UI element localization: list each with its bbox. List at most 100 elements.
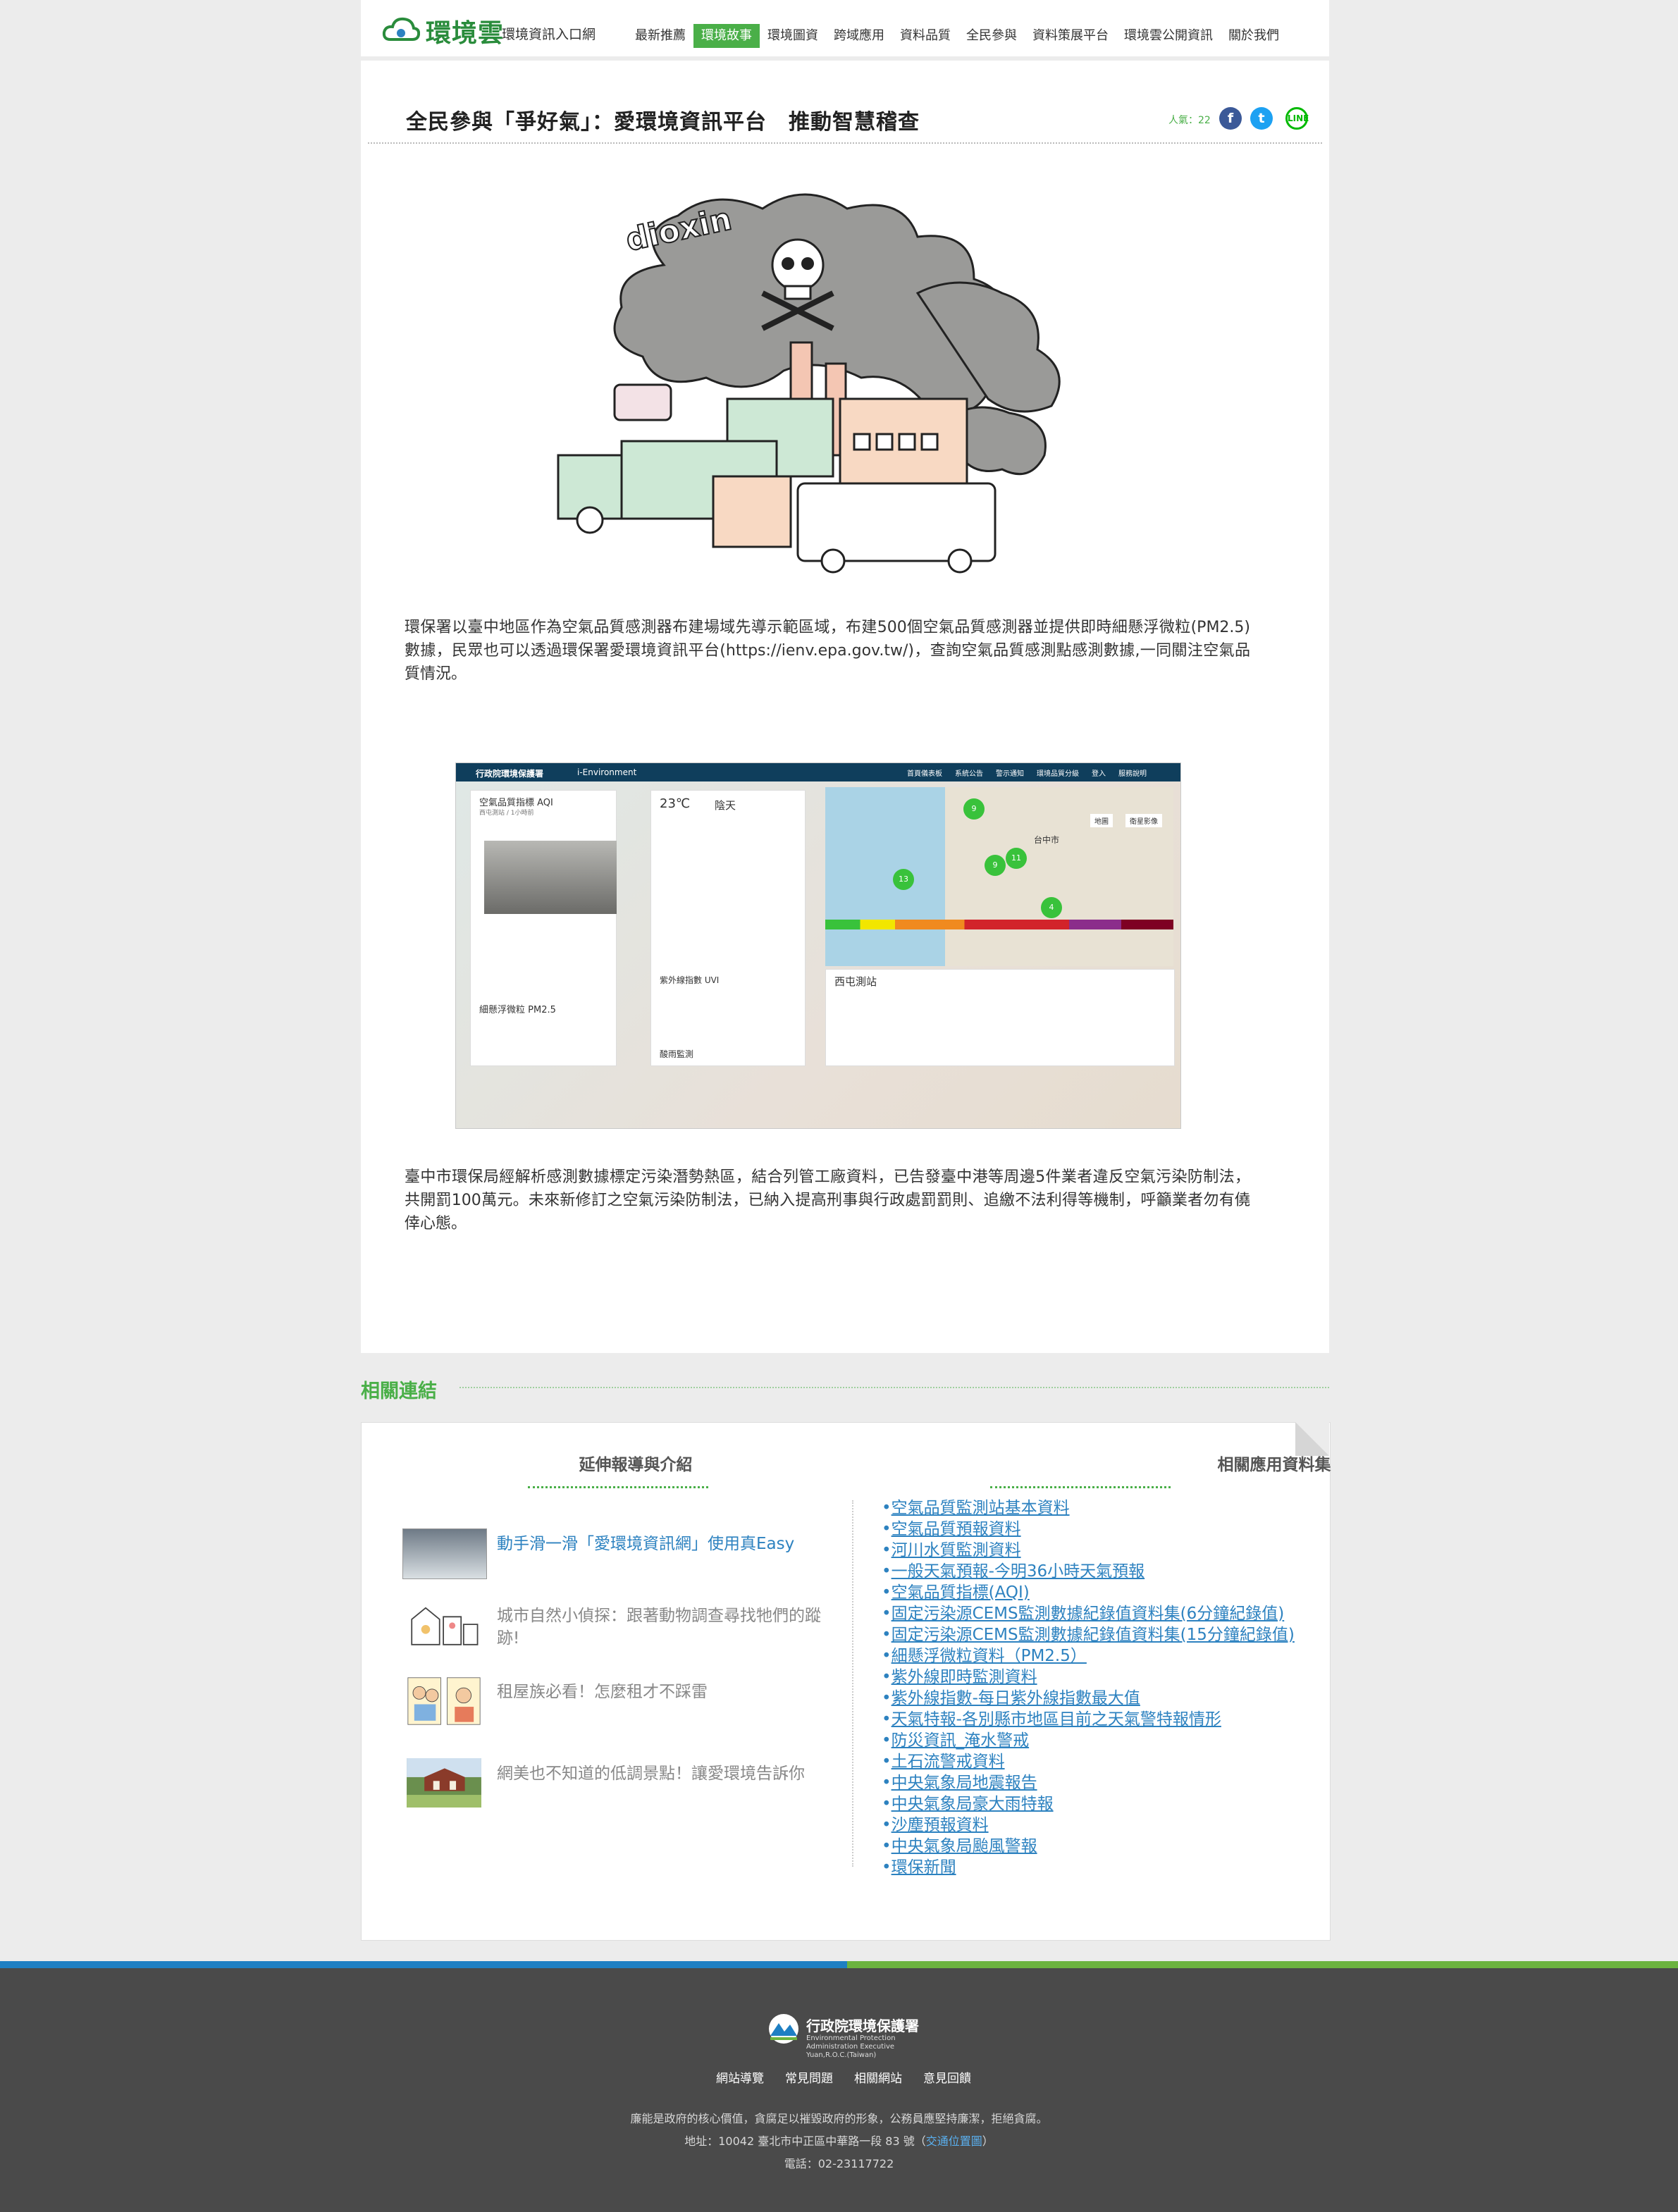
dataset-link[interactable]: •紫外線即時監測資料 <box>882 1667 1333 1688</box>
story-title[interactable]: 城市自然小偵探：跟著動物調查尋找牠們的蹤跡! <box>497 1605 835 1650</box>
footer-address-text: 地址：10042 臺北市中正區中華路一段 83 號（ <box>684 2134 926 2148</box>
dataset-link[interactable]: •紫外線指數-每日紫外線指數最大值 <box>882 1688 1333 1709</box>
ienv-menu-item[interactable]: 服務說明 <box>1118 767 1147 778</box>
page-fold-corner <box>1295 1422 1329 1456</box>
dataset-list: •空氣品質監測站基本資料 •空氣品質預報資料 •河川水質監測資料 •一般天氣預報… <box>882 1497 1333 1878</box>
ienv-aqi-title: 空氣品質指標 AQI <box>479 798 553 808</box>
story-item[interactable]: 租屋族必看！怎麼租才不踩雷 <box>402 1676 839 1726</box>
facebook-share-icon[interactable]: f <box>1219 107 1242 130</box>
ienv-screenshot: 行政院環境保護署 i-Environment 首頁儀表板 系統公告 警示通知 環… <box>455 762 1181 1129</box>
dataset-link[interactable]: •固定污染源CEMS監測數據紀錄值資料集(6分鐘紀錄值) <box>882 1603 1333 1624</box>
story-item[interactable]: 城市自然小偵探：跟著動物調查尋找牠們的蹤跡! <box>402 1600 839 1650</box>
footer-link-sitemap[interactable]: 網站導覽 <box>716 2068 764 2086</box>
pollution-illustration: dioxin <box>557 193 1061 574</box>
ienv-menu: 首頁儀表板 系統公告 警示通知 環境品質分級 登入 服務說明 <box>907 767 1147 778</box>
story-thumbnail <box>402 1528 487 1579</box>
column-divider <box>852 1500 853 1867</box>
ienv-temp: 23℃ <box>660 796 691 811</box>
ienv-menu-item[interactable]: 警示通知 <box>996 767 1024 778</box>
nav-item-maps[interactable]: 環境圖資 <box>760 24 826 48</box>
article: 全民參與「爭好氣」：愛環境資訊平台 推動智慧稽查 人氣：22 f t LINE … <box>361 61 1329 1353</box>
ienv-top-bar: 行政院環境保護署 i-Environment 首頁儀表板 系統公告 警示通知 環… <box>456 763 1180 781</box>
article-paragraph-2: 臺中市環保局經解析感測數據標定污染潛勢熱區，結合列管工廠資料，已告發臺中港等周邊… <box>405 1168 1250 1232</box>
nav-item-data-quality[interactable]: 資料品質 <box>892 24 958 48</box>
dataset-link[interactable]: •土石流警戒資料 <box>882 1751 1333 1772</box>
ienv-menu-item[interactable]: 首頁儀表板 <box>907 767 942 778</box>
datasets-rule <box>990 1486 1171 1488</box>
nav-item-open-info[interactable]: 環境雲公開資訊 <box>1116 24 1221 48</box>
story-title[interactable]: 動手滑一滑「愛環境資訊網」使用真Easy <box>497 1533 835 1555</box>
epa-logo-icon[interactable] <box>766 2013 801 2044</box>
ienv-menu-item[interactable]: 系統公告 <box>955 767 983 778</box>
dataset-link[interactable]: •空氣品質指標(AQI) <box>882 1582 1333 1603</box>
article-title: 全民參與「爭好氣」：愛環境資訊平台 推動智慧稽查 <box>406 110 920 135</box>
twitter-share-icon[interactable]: t <box>1250 107 1273 130</box>
dataset-link[interactable]: •中央氣象局豪大雨特報 <box>882 1793 1333 1815</box>
ienv-map-tab[interactable]: 地圖 <box>1090 814 1113 827</box>
footer-map-link[interactable]: 交通位置圖 <box>926 2134 982 2148</box>
nav-item-about[interactable]: 關於我們 <box>1221 24 1287 48</box>
ienv-aqi-legend <box>825 920 1173 929</box>
nav-item-stories[interactable]: 環境故事 <box>693 24 760 48</box>
footer-link-related[interactable]: 相關網站 <box>854 2068 902 2086</box>
ienv-menu-item[interactable]: 環境品質分級 <box>1037 767 1079 778</box>
logo-text[interactable]: 環境雲 <box>426 13 504 49</box>
footer-address: 地址：10042 臺北市中正區中華路一段 83 號（交通位置圖） <box>0 2132 1678 2149</box>
ienv-map-sea <box>825 787 945 966</box>
footer-org-name-en: Environmental Protection Administration … <box>806 2034 896 2059</box>
line-share-icon[interactable]: LINE <box>1285 107 1309 130</box>
dataset-link[interactable]: •防災資訊_淹水警戒 <box>882 1730 1333 1751</box>
nav-item-latest[interactable]: 最新推薦 <box>627 24 693 48</box>
dataset-link[interactable]: •天氣特報-各別縣市地區目前之天氣警特報情形 <box>882 1709 1333 1730</box>
logo-subtitle: 環境資訊入口網 <box>502 27 596 42</box>
dataset-link[interactable]: •空氣品質預報資料 <box>882 1519 1333 1540</box>
dataset-link[interactable]: •河川水質監測資料 <box>882 1540 1333 1561</box>
ienv-satellite-tab[interactable]: 衛星影像 <box>1125 814 1162 827</box>
story-thumbnail <box>407 1758 481 1808</box>
ienv-weather: 陰天 <box>715 799 736 812</box>
nav-item-cross-domain[interactable]: 跨域應用 <box>826 24 892 48</box>
footer-link-faq[interactable]: 常見問題 <box>785 2068 833 2086</box>
sensor-cluster[interactable]: 4 <box>1041 897 1062 918</box>
extended-stories-heading: 延伸報導與介紹 <box>579 1456 693 1474</box>
datasets-heading: 相關應用資料集 <box>1217 1456 1331 1474</box>
title-divider <box>368 142 1322 144</box>
ienv-aqi-sub: 西屯測站 / 1小時前 <box>479 810 534 817</box>
footer-tel: 電話：02-23117722 <box>784 2157 894 2170</box>
story-item[interactable]: 動手滑一滑「愛環境資訊網」使用真Easy <box>402 1528 839 1579</box>
sensor-cluster[interactable]: 9 <box>963 798 985 820</box>
dataset-link[interactable]: •空氣品質監測站基本資料 <box>882 1497 1333 1519</box>
footer-org-name[interactable]: 行政院環境保護署 <box>806 2015 919 2035</box>
story-item[interactable]: 網美也不知道的低調景點！讓愛環境告訴你 <box>402 1758 839 1808</box>
ienv-uvi-title: 紫外線指數 UVI <box>660 975 720 985</box>
cloud-logo-icon[interactable] <box>382 16 420 44</box>
related-links-box: 延伸報導與介紹 相關應用資料集 動手滑一滑「愛環境資訊網」使用真Easy 城市自… <box>361 1422 1331 1941</box>
ienv-brand-en: i-Environment <box>577 767 637 777</box>
view-count: 人氣：22 <box>1168 115 1211 126</box>
dataset-link[interactable]: •中央氣象局地震報告 <box>882 1772 1333 1793</box>
sensor-cluster[interactable]: 11 <box>1006 848 1027 869</box>
nav-item-participation[interactable]: 全民參與 <box>958 24 1025 48</box>
ienv-station-title: 西屯測站 <box>834 975 877 988</box>
dataset-link[interactable]: •環保新聞 <box>882 1857 1333 1878</box>
ienv-weather-panel: 23℃ 陰天 紫外線指數 UVI 酸雨監測 <box>650 790 806 1066</box>
nav-item-curation[interactable]: 資料策展平台 <box>1025 24 1116 48</box>
footer-stripe-blue <box>0 1961 847 1968</box>
ienv-station-panel: 西屯測站 <box>825 969 1175 1066</box>
dataset-link[interactable]: •一般天氣預報-今明36小時天氣預報 <box>882 1561 1333 1582</box>
related-links-divider <box>459 1387 1329 1388</box>
dataset-link[interactable]: •固定污染源CEMS監測數據紀錄值資料集(15分鐘紀錄值) <box>882 1624 1333 1645</box>
sensor-cluster[interactable]: 9 <box>985 855 1006 876</box>
footer-link-feedback[interactable]: 意見回饋 <box>923 2068 971 2086</box>
site-footer: 行政院環境保護署 Environmental Protection Admini… <box>0 1968 1678 2212</box>
dataset-link[interactable]: •沙塵預報資料 <box>882 1815 1333 1836</box>
ienv-menu-item[interactable]: 登入 <box>1092 767 1106 778</box>
extended-stories-rule <box>528 1486 708 1488</box>
ienv-acid-title: 酸雨監測 <box>660 1049 694 1059</box>
story-title[interactable]: 網美也不知道的低調景點！讓愛環境告訴你 <box>497 1762 835 1785</box>
dataset-link[interactable]: •中央氣象局颱風警報 <box>882 1836 1333 1857</box>
dataset-link[interactable]: •細懸浮微粒資料（PM2.5） <box>882 1645 1333 1667</box>
story-title[interactable]: 租屋族必看！怎麼租才不踩雷 <box>497 1681 835 1703</box>
sensor-cluster[interactable]: 13 <box>893 869 914 890</box>
ienv-aqi-panel: 空氣品質指標 AQI 西屯測站 / 1小時前 細懸浮微粒 PM2.5 <box>470 790 617 1066</box>
